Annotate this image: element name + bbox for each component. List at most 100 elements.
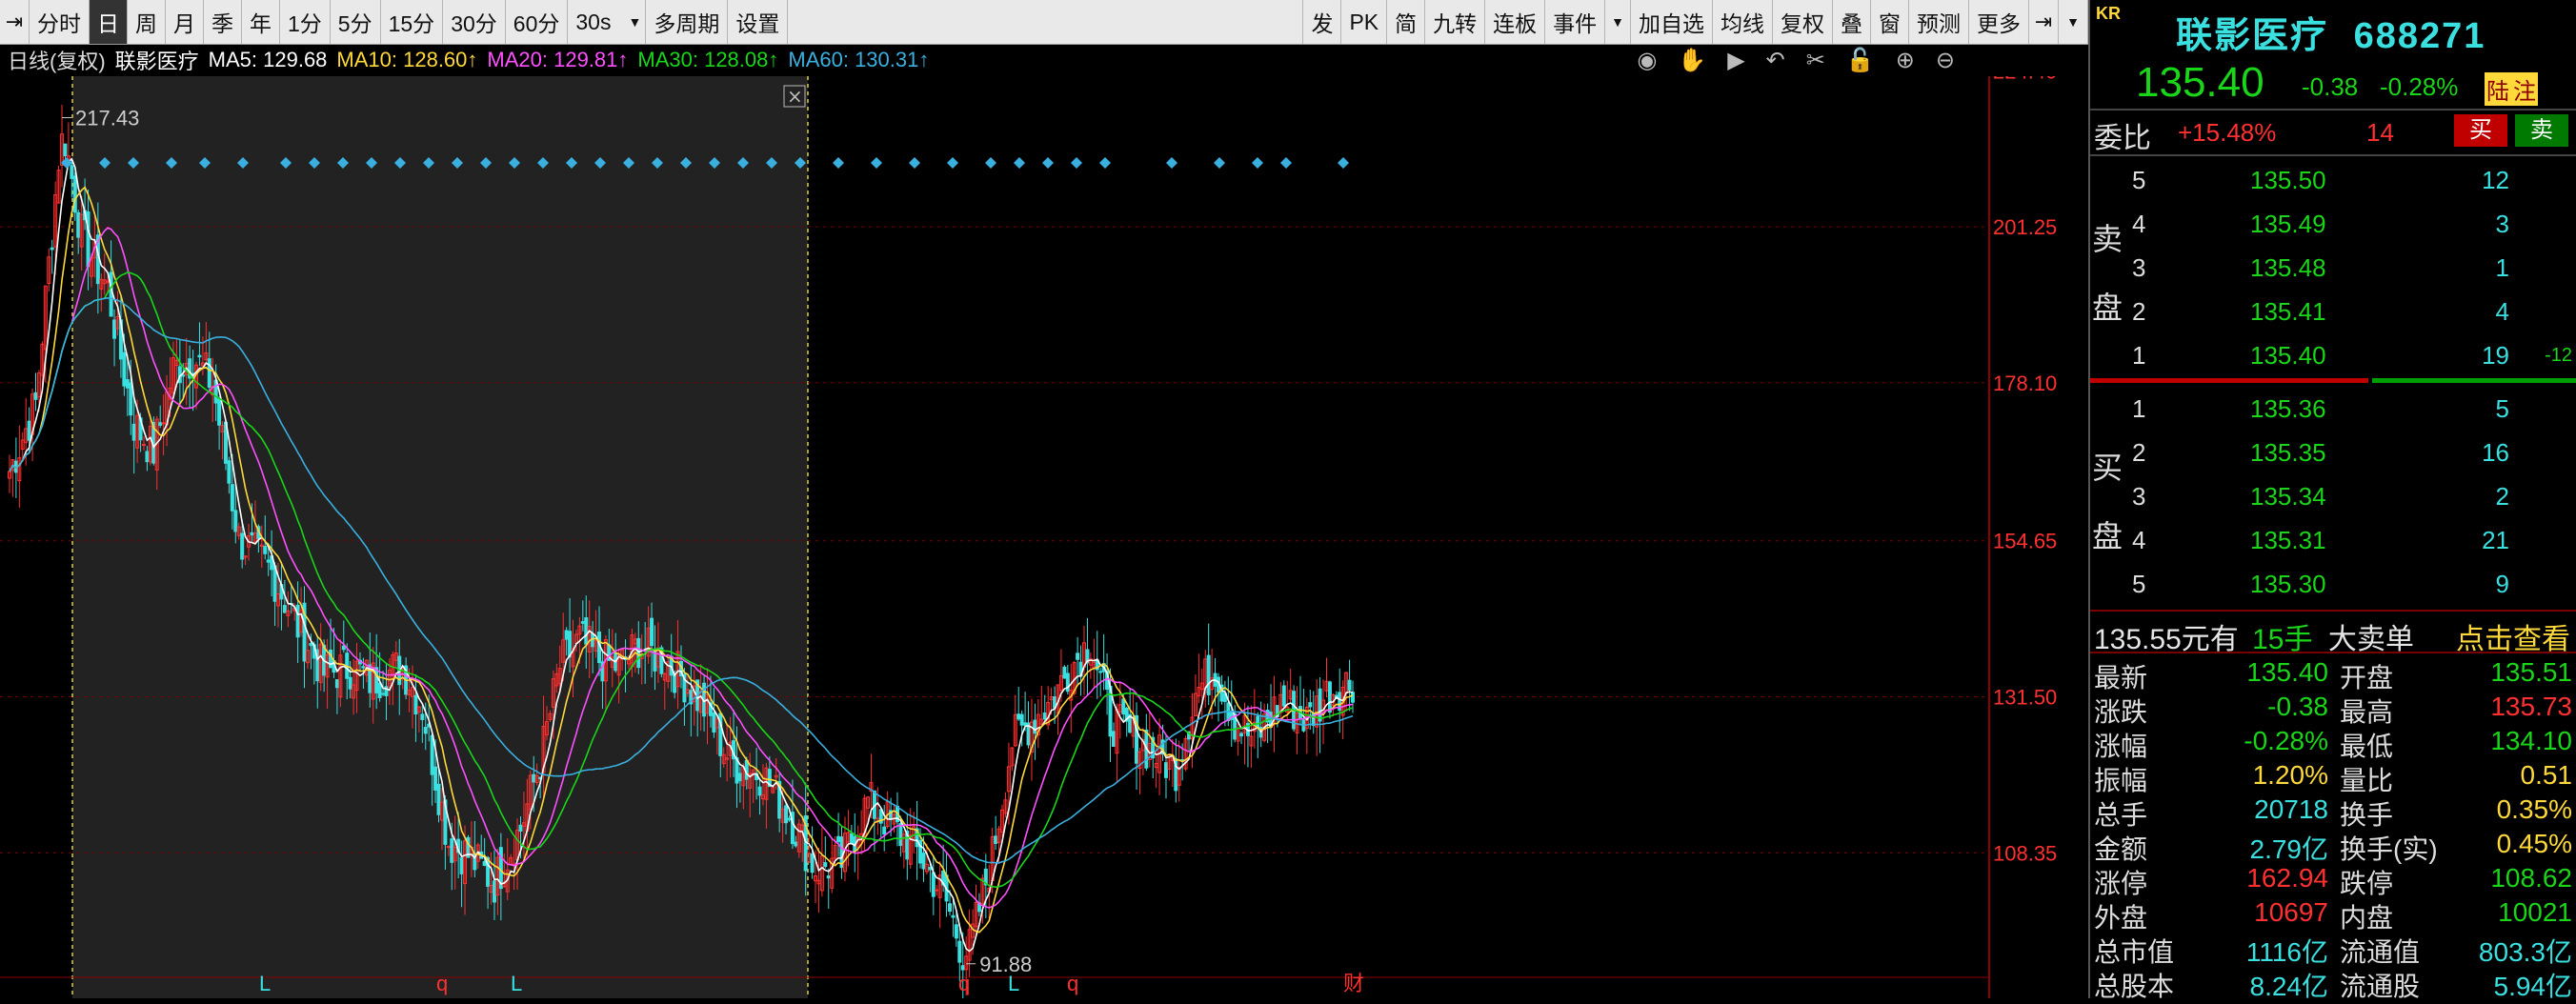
toolbar-dropdown-icon[interactable]: ▼ xyxy=(2059,0,2088,44)
ask-price: 135.50 xyxy=(2250,166,2326,194)
candle-body xyxy=(181,374,186,377)
candle-body xyxy=(381,693,386,695)
candle-body xyxy=(420,713,425,720)
kr-logo: KR xyxy=(2096,4,2121,23)
bid-row[interactable]: 1 135.36 5 xyxy=(2090,389,2576,432)
candle-body xyxy=(1019,713,1024,726)
candle-body xyxy=(109,271,113,317)
stat-row: 总股本 8.24亿 流通股 5.94亿 xyxy=(2090,964,2576,1001)
pk-button[interactable]: PK xyxy=(1341,0,1388,44)
candle-body xyxy=(27,420,31,441)
limit-up-button[interactable]: 连板 xyxy=(1485,0,1546,44)
candle-body xyxy=(72,175,77,213)
register-badge[interactable]: 注 xyxy=(2511,72,2538,106)
stat-value-right: 0.45% xyxy=(2496,829,2572,858)
bid-row[interactable]: 5 135.30 9 xyxy=(2090,564,2576,608)
sell-button[interactable]: 卖 xyxy=(2515,114,2568,147)
candle-body xyxy=(1098,671,1103,673)
candle-body xyxy=(266,559,271,563)
period-label: 日线(复权) xyxy=(8,50,106,73)
bid-level: 5 xyxy=(2132,570,2146,598)
candle-body xyxy=(459,857,464,874)
collapse-left-icon[interactable]: ⇥ xyxy=(0,0,30,44)
hk-connect-badge[interactable]: 陆 xyxy=(2485,72,2511,106)
tab-60min[interactable]: 60分 xyxy=(506,0,569,44)
buy-button[interactable]: 买 xyxy=(2454,114,2507,147)
ask-level: 2 xyxy=(2132,297,2146,326)
candle-body xyxy=(161,422,166,425)
candle-body xyxy=(650,617,654,647)
event-diamond xyxy=(947,157,958,169)
add-watchlist-button[interactable]: 加自选 xyxy=(1631,0,1713,44)
candle-body xyxy=(122,351,127,387)
candle-body xyxy=(263,546,268,554)
nine-turn-button[interactable]: 九转 xyxy=(1425,0,1486,44)
more-button[interactable]: 更多 xyxy=(1969,0,2029,44)
ask-row[interactable]: 1 135.40 19 -12 xyxy=(2090,335,2576,379)
ask-row[interactable]: 5 135.50 12 xyxy=(2090,160,2576,204)
stat-value-right: 0.51 xyxy=(2520,760,2573,790)
tab-monthly[interactable]: 月 xyxy=(166,0,204,44)
candle-body xyxy=(295,604,300,638)
ask-price: 135.40 xyxy=(2250,341,2326,370)
bid-row[interactable]: 2 135.35 16 xyxy=(2090,432,2576,476)
ask-row[interactable]: 4 135.49 3 xyxy=(2090,204,2576,248)
candle-body xyxy=(233,510,238,532)
scissors-icon[interactable]: ✂ xyxy=(1806,47,1825,74)
event-diamond xyxy=(1338,157,1349,169)
expand-right-icon[interactable]: ⇥ xyxy=(2029,0,2059,44)
post-button[interactable]: 发 xyxy=(1302,0,1342,44)
candle-body xyxy=(282,605,287,613)
ask-row[interactable]: 3 135.48 1 xyxy=(2090,248,2576,291)
window-button[interactable]: 窗 xyxy=(1871,0,1909,44)
candle-body xyxy=(436,783,441,815)
tab-30min[interactable]: 30分 xyxy=(443,0,506,44)
bottom-marker: q xyxy=(436,972,448,995)
multi-period-button[interactable]: 多周期 xyxy=(646,0,729,44)
zoom-in-icon[interactable]: ⊕ xyxy=(1896,47,1915,74)
candle-body xyxy=(1351,692,1355,703)
candle-body xyxy=(1033,719,1037,734)
bid-row[interactable]: 4 135.31 21 xyxy=(2090,520,2576,564)
simple-button[interactable]: 简 xyxy=(1387,0,1426,44)
bid-price: 135.31 xyxy=(2250,526,2326,554)
candle-body xyxy=(849,833,854,844)
tab-15min[interactable]: 15分 xyxy=(381,0,444,44)
events-button[interactable]: 事件 xyxy=(1545,0,1606,44)
eye-icon[interactable]: ◉ xyxy=(1637,47,1657,74)
lock-icon[interactable]: 🔓 xyxy=(1846,47,1875,74)
candle-body xyxy=(423,727,428,734)
tab-5min[interactable]: 5分 xyxy=(331,0,381,44)
candle-body xyxy=(787,817,792,821)
undo-icon[interactable]: ↶ xyxy=(1766,47,1785,74)
ask-volume: 12 xyxy=(2482,166,2509,194)
settings-button[interactable]: 设置 xyxy=(728,0,789,44)
tab-weekly[interactable]: 周 xyxy=(128,0,166,44)
bid-volume: 16 xyxy=(2482,438,2509,467)
ma-button[interactable]: 均线 xyxy=(1713,0,1773,44)
bid-row[interactable]: 3 135.34 2 xyxy=(2090,476,2576,520)
ma30-label: MA30: 128.08↑ xyxy=(637,48,779,71)
hand-icon[interactable]: ✋ xyxy=(1678,47,1706,74)
ask-level: 1 xyxy=(2132,341,2146,370)
candle-body xyxy=(63,143,68,157)
ask-row[interactable]: 2 135.41 4 xyxy=(2090,291,2576,335)
events-dropdown-icon[interactable]: ▼ xyxy=(1605,0,1631,44)
candle-body xyxy=(882,826,887,835)
tab-yearly[interactable]: 年 xyxy=(242,0,280,44)
tab-intraday[interactable]: 分时 xyxy=(30,0,90,44)
tab-1min[interactable]: 1分 xyxy=(280,0,331,44)
adjust-button[interactable]: 复权 xyxy=(1773,0,1833,44)
candle-body xyxy=(954,924,958,939)
tab-quarterly[interactable]: 季 xyxy=(204,0,242,44)
kline-chart[interactable]: × 224.40 201.25 178.10 154.65 131.50 108.35 217… xyxy=(0,59,2088,1002)
play-icon[interactable]: ▶ xyxy=(1727,47,1744,74)
forecast-button[interactable]: 预测 xyxy=(1909,0,1969,44)
candle-body xyxy=(309,642,313,647)
tab-30s[interactable]: 30s ▼ xyxy=(568,0,647,44)
tab-daily[interactable]: 日 xyxy=(90,0,128,44)
overlay-button[interactable]: 叠 xyxy=(1833,0,1871,44)
chart-header: 日线(复权) 联影医疗 MA5: 129.68 MA10: 128.60↑ MA… xyxy=(0,44,2088,76)
zoom-out-icon[interactable]: ⊖ xyxy=(1936,47,1955,74)
